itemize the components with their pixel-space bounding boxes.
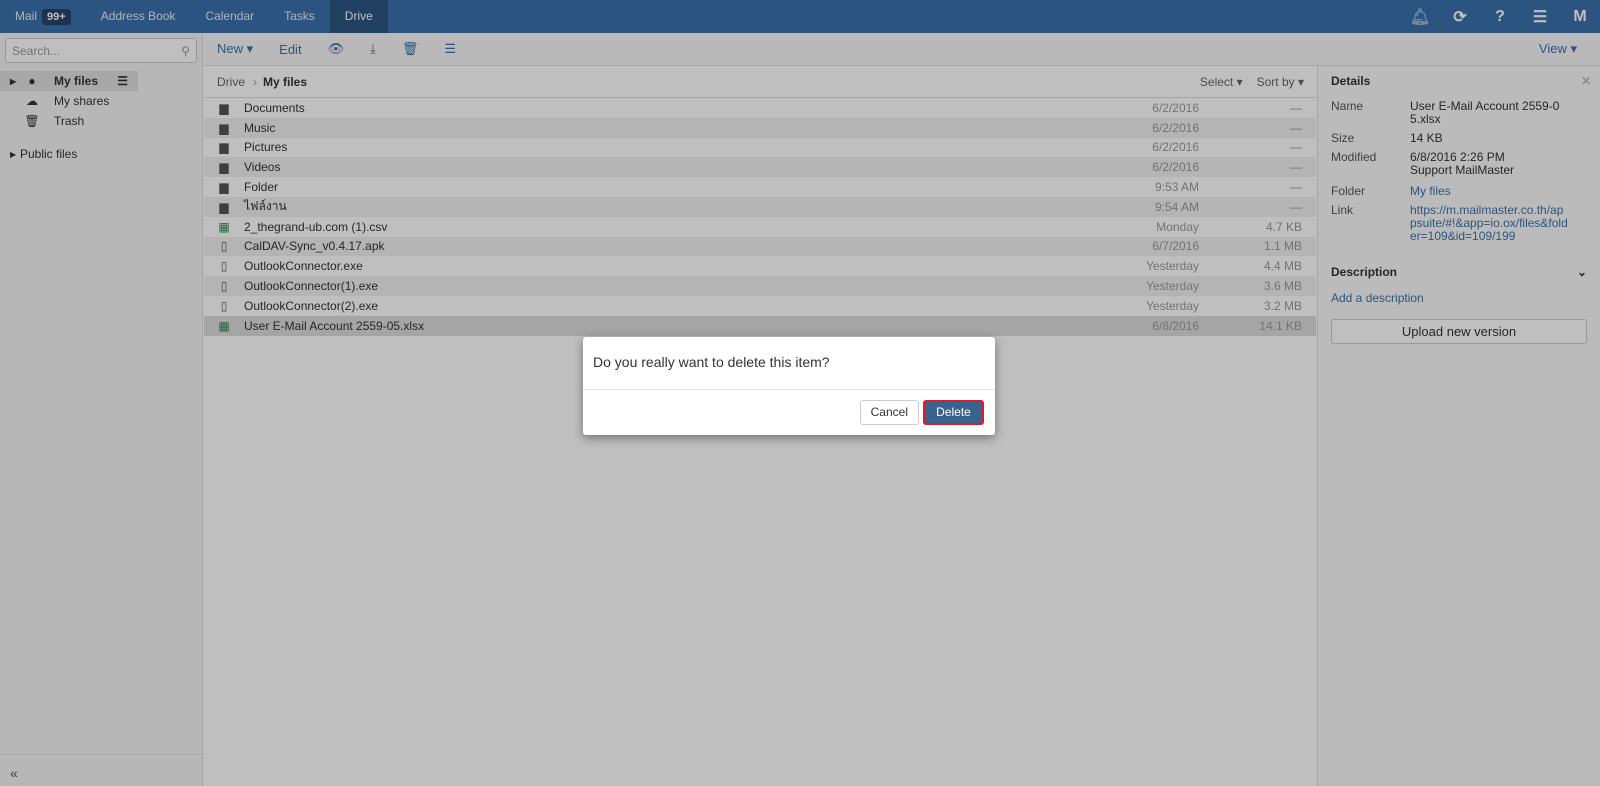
delete-button[interactable]: Delete: [923, 400, 984, 425]
cancel-button[interactable]: Cancel: [859, 400, 919, 425]
delete-confirm-dialog: Do you really want to delete this item? …: [583, 337, 995, 435]
dialog-question: Do you really want to delete this item?: [583, 337, 995, 390]
